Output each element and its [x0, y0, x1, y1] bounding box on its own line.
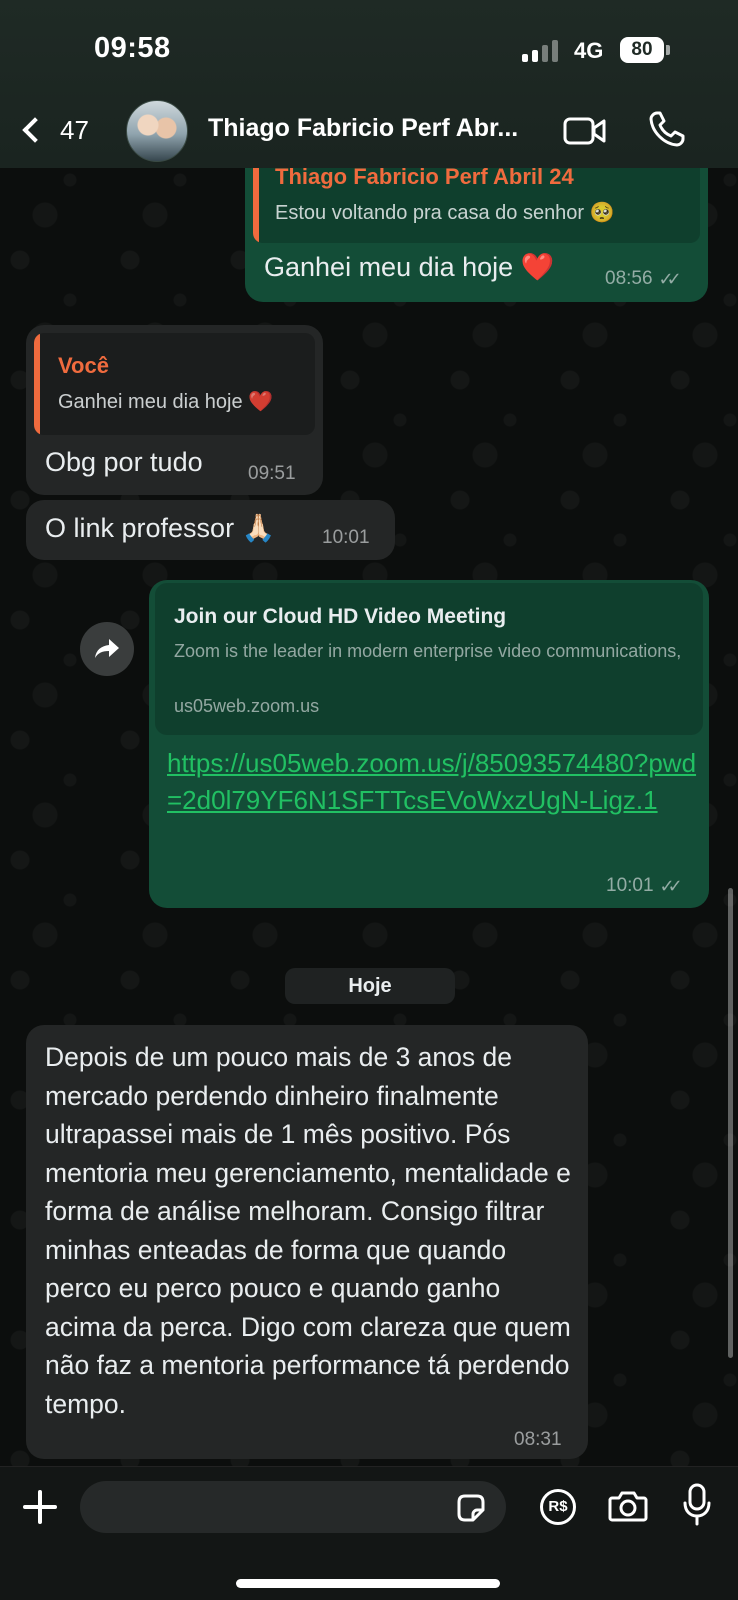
double-check-icon: ✓✓	[658, 268, 682, 289]
message-link[interactable]: https://us05web.zoom.us/j/85093574480?pw…	[167, 745, 697, 818]
message-meta: 08:31	[514, 1429, 562, 1451]
message-input[interactable]	[80, 1481, 506, 1533]
message-time: 10:01	[606, 875, 654, 896]
message-text: O link professor 🙏🏻	[45, 513, 276, 543]
microphone-icon[interactable]	[682, 1483, 712, 1527]
message-meta: 08:56 ✓✓	[605, 268, 682, 290]
payment-icon[interactable]: R$	[540, 1489, 576, 1525]
chevron-left-icon	[22, 117, 48, 143]
message-bubble-incoming[interactable]: Depois de um pouco mais de 3 anos de mer…	[26, 1025, 588, 1459]
video-call-icon[interactable]	[563, 116, 607, 146]
plus-icon[interactable]	[20, 1487, 60, 1527]
home-indicator	[236, 1579, 500, 1588]
link-preview-description: Zoom is the leader in modern enterprise …	[174, 641, 684, 661]
battery-icon: 80	[620, 37, 664, 63]
quote-text: Estou voltando pra casa do senhor 🥺	[275, 202, 615, 224]
battery-tip	[666, 45, 670, 55]
sticker-icon[interactable]	[455, 1492, 487, 1524]
phone-icon[interactable]	[648, 110, 686, 148]
camera-icon[interactable]	[608, 1489, 648, 1523]
link-preview-card[interactable]: Join our Cloud HD Video Meeting Zoom is …	[155, 583, 703, 735]
message-meta: 09:51	[248, 463, 296, 485]
message-time: 08:31	[514, 1429, 562, 1450]
message-text: Obg por tudo	[45, 447, 203, 477]
quote-accent-bar	[34, 333, 40, 435]
link-preview-domain: us05web.zoom.us	[174, 696, 320, 716]
double-check-icon: ✓✓	[659, 875, 683, 896]
link-preview-title: Join our Cloud HD Video Meeting	[174, 605, 507, 628]
forward-icon	[95, 639, 119, 658]
date-separator: Hoje	[285, 968, 455, 1004]
message-meta: 10:01 ✓✓	[606, 875, 683, 897]
chat-header: 09:58 4G 80 47 Thiago Fabricio Perf Abr.…	[0, 0, 738, 168]
message-time: 08:56	[605, 268, 653, 289]
signal-icon	[522, 40, 562, 62]
message-bubble-incoming[interactable]: Você Ganhei meu dia hoje ❤️ Obg por tudo…	[26, 325, 323, 495]
quoted-message[interactable]: Você Ganhei meu dia hoje ❤️	[34, 333, 315, 435]
quote-text: Ganhei meu dia hoje ❤️	[58, 391, 274, 413]
input-bar: R$	[0, 1466, 738, 1600]
message-time: 10:01	[322, 527, 370, 548]
scrollbar[interactable]	[728, 888, 733, 1358]
message-text: Ganhei meu dia hoje ❤️	[264, 252, 555, 282]
message-time: 09:51	[248, 463, 296, 484]
status-time: 09:58	[94, 32, 171, 64]
contact-name[interactable]: Thiago Fabricio Perf Abr...	[208, 114, 518, 143]
forward-button[interactable]	[80, 622, 134, 676]
unread-count: 47	[60, 114, 89, 145]
message-bubble-incoming[interactable]: O link professor 🙏🏻 10:01	[26, 500, 395, 560]
network-type: 4G	[574, 38, 604, 63]
message-text: Depois de um pouco mais de 3 anos de mer…	[45, 1042, 571, 1419]
avatar[interactable]	[126, 100, 188, 162]
message-meta: 10:01	[322, 527, 370, 549]
quote-author: Você	[58, 353, 109, 378]
back-button[interactable]: 47	[18, 108, 89, 152]
